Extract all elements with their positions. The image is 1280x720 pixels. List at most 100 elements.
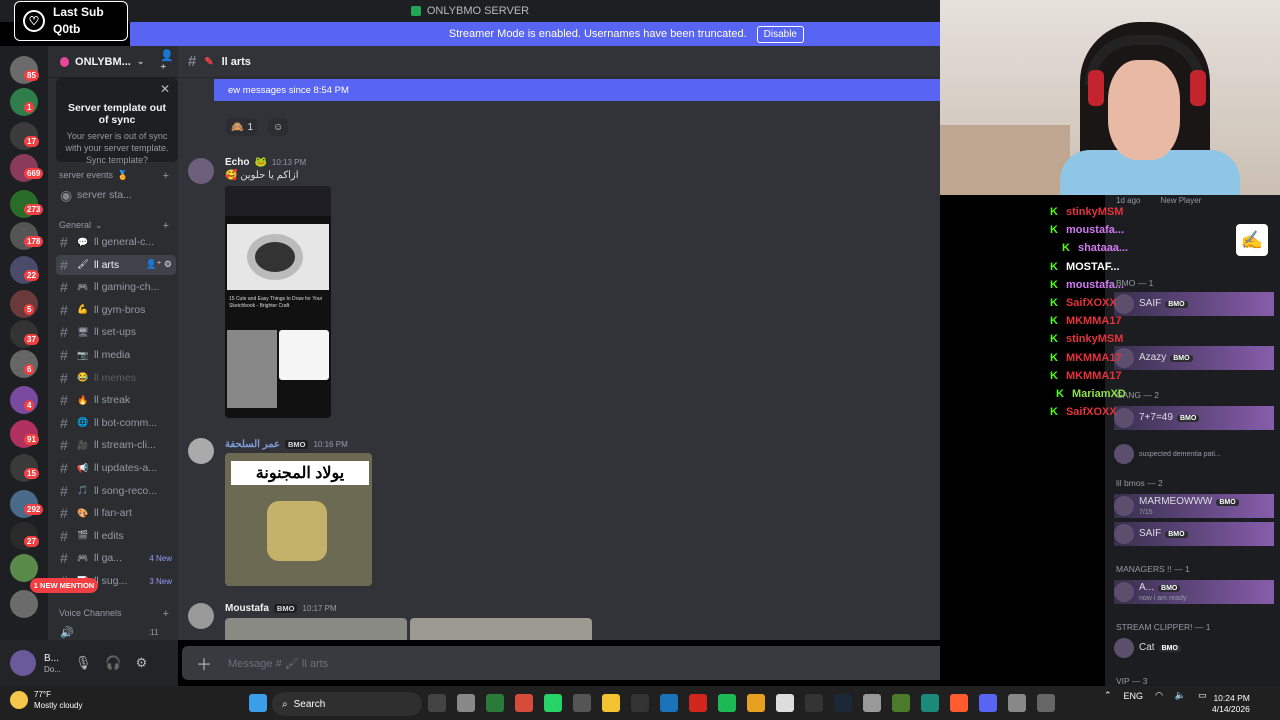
member-name: Cat BMO: [1139, 642, 1181, 654]
widgets-icon[interactable]: [428, 694, 446, 712]
chevron-up-icon[interactable]: ⌃: [1104, 690, 1112, 701]
chrome2-icon[interactable]: [747, 694, 765, 712]
server-icon[interactable]: [10, 88, 38, 116]
taskbar-search[interactable]: ⌕ Search: [272, 692, 422, 716]
brave-icon[interactable]: [950, 694, 968, 712]
server-icon[interactable]: [10, 386, 38, 414]
photos-icon[interactable]: [660, 694, 678, 712]
general-category-header[interactable]: General ⌄ +: [59, 220, 169, 232]
bmo-badge: BMO: [1158, 645, 1181, 652]
whatsapp-icon[interactable]: [544, 694, 562, 712]
calculator-icon[interactable]: [863, 694, 881, 712]
avatar[interactable]: [10, 650, 36, 676]
author-name[interactable]: Echo: [225, 157, 249, 168]
server-icon[interactable]: [10, 290, 38, 318]
add-voice-icon[interactable]: +: [163, 608, 169, 620]
server-icon[interactable]: [10, 350, 38, 378]
wifi-icon[interactable]: ◠: [1155, 690, 1163, 701]
channel-item[interactable]: # 😂 ll memes: [56, 368, 176, 388]
channel-item[interactable]: # 🎮 ll ga... 4 New: [56, 548, 176, 568]
avatar[interactable]: [188, 158, 214, 184]
member-item[interactable]: A... BMO now i am ready: [1114, 580, 1274, 604]
gear-icon[interactable]: ⚙: [136, 655, 148, 671]
spotify-icon[interactable]: [718, 694, 736, 712]
voice-category-header[interactable]: Voice Channels +: [59, 608, 169, 620]
channel-item[interactable]: # 🖌 ll arts 👤⁺ ⚙: [56, 254, 176, 275]
explorer-icon[interactable]: [602, 694, 620, 712]
template-out-of-sync-card[interactable]: ✕ Server template out of sync Your serve…: [56, 78, 178, 165]
camera-icon[interactable]: [573, 694, 591, 712]
reaction-pill[interactable]: 🙈 1: [226, 118, 259, 136]
language-label[interactable]: ENG: [1124, 691, 1144, 701]
channel-item[interactable]: # 🎨 ll fan-art: [56, 503, 176, 523]
chrome-icon[interactable]: [515, 694, 533, 712]
server-icon[interactable]: [10, 590, 38, 618]
member-item[interactable]: Cat BMO: [1114, 636, 1274, 660]
chevron-down-icon[interactable]: ⌄: [137, 56, 145, 67]
channel-item[interactable]: # 🌐 ll bot-comm...: [56, 413, 176, 433]
attachment-image[interactable]: 15 Cute and Easy Things to Draw for Your…: [225, 186, 331, 418]
clock[interactable]: 10:24 PM 4/14/2026: [1212, 693, 1250, 715]
composer-placeholder[interactable]: Message # 🖌 ll arts: [228, 657, 328, 670]
member-item[interactable]: SAIF BMO: [1114, 292, 1274, 316]
notepad-icon[interactable]: [776, 694, 794, 712]
channel-item[interactable]: # 💪 ll gym-bros: [56, 300, 176, 320]
channel-emoji-icon: 🖥: [77, 326, 89, 337]
channel-item[interactable]: # 🎮 ll gaming-ch...: [56, 277, 176, 297]
close-icon[interactable]: ✕: [160, 82, 170, 96]
disable-streamer-mode-button[interactable]: Disable: [756, 25, 804, 43]
member-item[interactable]: SAIF BMO: [1114, 522, 1274, 546]
files-icon[interactable]: [457, 694, 475, 712]
channel-item[interactable]: # 🔥 ll streak: [56, 390, 176, 410]
app-icon[interactable]: [1037, 694, 1055, 712]
channel-item[interactable]: # 🎬 ll edits: [56, 526, 176, 546]
tv-icon[interactable]: [921, 694, 939, 712]
avatar[interactable]: [188, 438, 214, 464]
weather-widget[interactable]: 77°F Mostly cloudy: [10, 689, 82, 711]
stage-channel[interactable]: ◉ server sta...: [56, 185, 176, 205]
add-icon[interactable]: +: [163, 170, 169, 182]
channel-item[interactable]: # 🎥 ll stream-cli...: [56, 435, 176, 455]
volume-icon[interactable]: 🔈: [1175, 690, 1186, 701]
greenapp-icon[interactable]: [486, 694, 504, 712]
meme-image[interactable]: يولاد المجنونة: [225, 453, 372, 586]
server-events-header[interactable]: server events 🏅 +: [59, 170, 169, 182]
settings-icon[interactable]: [1008, 694, 1026, 712]
whiteboard-icon[interactable]: ✍: [1236, 224, 1268, 256]
author-name[interactable]: عمر السلحفة: [225, 439, 280, 450]
channel-item[interactable]: # 💬 ll general-c...: [56, 232, 176, 252]
new-messages-bar[interactable]: ew messages since 8:54 PM: [214, 79, 940, 101]
battery-icon[interactable]: ▭: [1198, 690, 1207, 701]
channel-item[interactable]: # 🖥 ll set-ups: [56, 322, 176, 342]
epic-icon[interactable]: [805, 694, 823, 712]
channel-item[interactable]: # 🎵 ll song-reco...: [56, 481, 176, 501]
avatar[interactable]: [188, 603, 214, 629]
microphone-icon[interactable]: 🎙: [75, 655, 92, 671]
headphones-icon[interactable]: 🎧: [105, 655, 121, 671]
adobe-icon[interactable]: [689, 694, 707, 712]
channel-item[interactable]: # 📢 ll updates-a...: [56, 458, 176, 478]
new-mention-pill[interactable]: 1 NEW MENTION: [30, 578, 98, 593]
discord-icon[interactable]: [979, 694, 997, 712]
steam-icon[interactable]: [834, 694, 852, 712]
attachment-image[interactable]: [225, 618, 407, 640]
member-item[interactable]: 7+7=49 BMO: [1114, 406, 1274, 430]
channel-settings-icon[interactable]: 👤⁺ ⚙: [145, 259, 176, 270]
game-icon[interactable]: [892, 694, 910, 712]
author-name[interactable]: Moustafa: [225, 603, 269, 614]
message-author[interactable]: Moustafa BMO 10:17 PM: [225, 603, 337, 614]
add-channel-icon[interactable]: +: [163, 220, 169, 232]
attachment-image[interactable]: [410, 618, 592, 640]
message-author[interactable]: Echo 🐸 10:13 PM: [225, 157, 306, 168]
member-item[interactable]: Azazy BMO: [1114, 346, 1274, 370]
add-attachment-icon[interactable]: ＋: [196, 651, 212, 675]
member-item[interactable]: suspected dementia pati...: [1114, 442, 1274, 466]
invite-icon[interactable]: 👤⁺: [160, 49, 178, 75]
start-icon[interactable]: [249, 694, 267, 712]
message-author[interactable]: عمر السلحفة BMO 10:16 PM: [225, 439, 348, 450]
member-item[interactable]: MARMEOWWW BMO 7/15: [1114, 494, 1274, 518]
add-reaction-button[interactable]: ☺: [268, 118, 289, 136]
server-header[interactable]: ONLYBM... ⌄ 👤⁺: [48, 46, 178, 78]
channel-item[interactable]: # 📷 ll media: [56, 345, 176, 365]
terminal-icon[interactable]: [631, 694, 649, 712]
